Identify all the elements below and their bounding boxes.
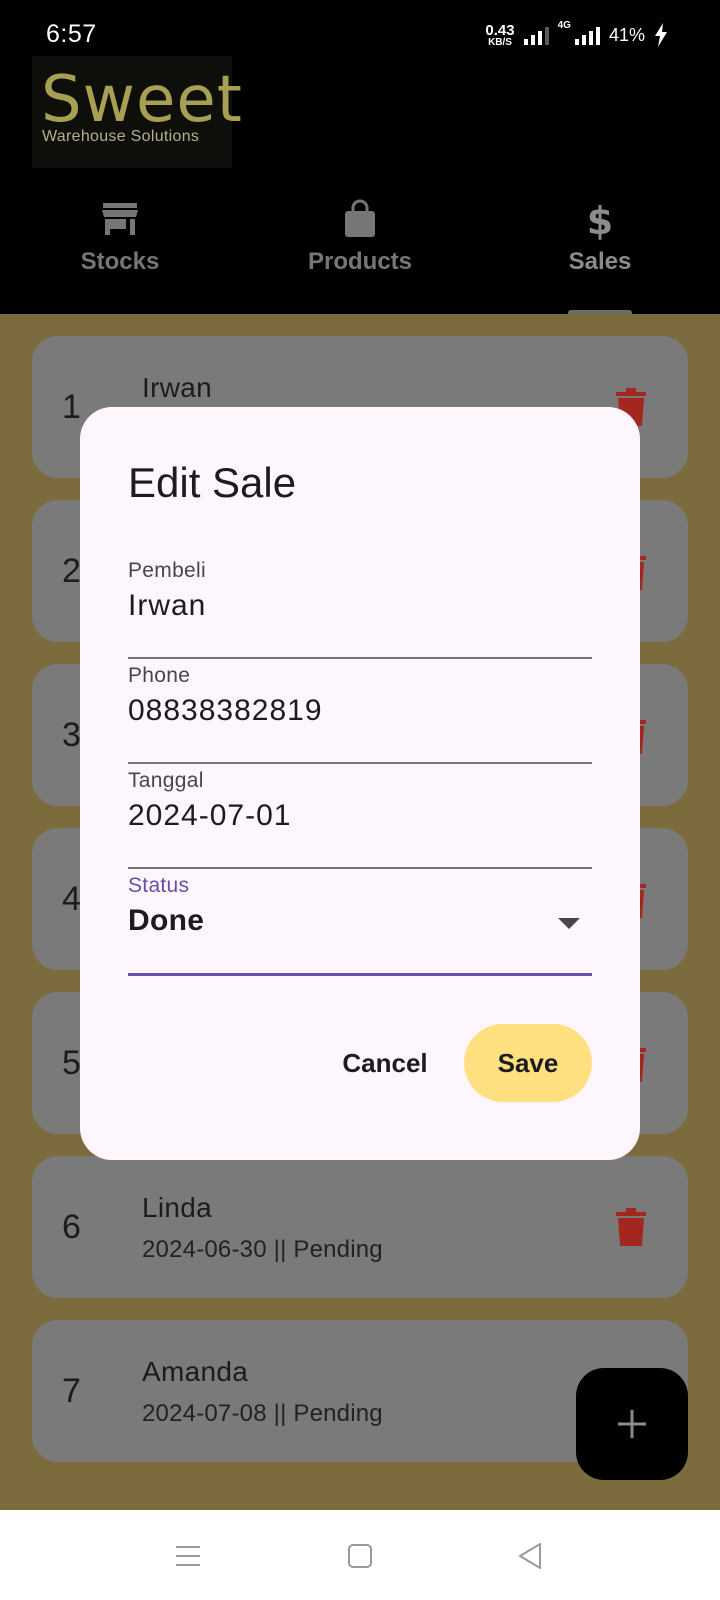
dialog-title: Edit Sale [128, 459, 297, 506]
logo-title: Sweet [41, 63, 243, 137]
tab-stocks[interactable]: Stocks [0, 190, 240, 314]
tanggal-field: Tanggal [128, 769, 592, 869]
cancel-button[interactable]: Cancel [330, 1024, 440, 1102]
tanggal-label: Tanggal [128, 769, 204, 792]
phone-label: Phone [128, 664, 191, 687]
network-speed: 0.43 KB/S [485, 23, 514, 48]
tab-products[interactable]: Products [240, 190, 480, 314]
tab-sales[interactable]: $ Sales [480, 190, 720, 314]
tab-bar: Stocks Products $ Sales [0, 190, 720, 316]
save-button[interactable]: Save [464, 1024, 592, 1102]
charging-icon [655, 23, 667, 47]
pembeli-input[interactable] [128, 589, 592, 623]
pembeli-underline [128, 657, 592, 659]
signal-icon-secondary [574, 25, 600, 45]
status-time: 6:57 [46, 20, 97, 48]
shopping-bag-icon [345, 199, 375, 237]
pembeli-label: Pembeli [128, 559, 206, 582]
tanggal-underline [128, 867, 592, 869]
status-indicators: 0.43 KB/S 4G 41% [485, 20, 668, 50]
logo-subtitle: Warehouse Solutions [42, 128, 200, 145]
status-bar: 6:57 0.43 KB/S 4G 41% [0, 0, 720, 60]
tab-products-label: Products [307, 248, 412, 275]
app-header: Sweet Warehouse Solutions Stocks Product… [0, 56, 720, 316]
battery-percentage: 41% [608, 24, 645, 45]
back-icon[interactable] [510, 1536, 550, 1576]
brand-logo: Sweet Warehouse Solutions [32, 56, 242, 168]
dropdown-arrow-icon [558, 918, 580, 929]
status-label: Status [128, 874, 190, 897]
pembeli-field: Pembeli [128, 559, 592, 659]
edit-sale-dialog: Edit Sale Pembeli Phone Tanggal Status D… [80, 407, 640, 1160]
network-type: 4G [557, 20, 571, 31]
signal-icon [523, 25, 549, 45]
app-screen: 6:57 0.43 KB/S 4G 41% Sweet Warehouse So… [0, 0, 720, 1600]
tab-sales-label: Sales [568, 248, 632, 275]
phone-input[interactable] [128, 694, 592, 728]
phone-underline [128, 762, 592, 764]
network-speed-value: 0.43 [485, 21, 515, 39]
svg-text:$: $ [587, 199, 613, 242]
home-icon[interactable] [340, 1536, 380, 1576]
status-value: Done [128, 904, 205, 937]
store-icon [102, 203, 138, 235]
dollar-icon: $ [587, 199, 613, 242]
system-nav-bar [0, 1510, 720, 1600]
status-dropdown[interactable]: Status Done [128, 874, 592, 976]
network-speed-unit: KB/S [488, 36, 512, 48]
tanggal-input[interactable] [128, 799, 592, 833]
status-underline [128, 973, 592, 976]
menu-icon[interactable] [168, 1536, 208, 1576]
phone-field: Phone [128, 664, 592, 764]
tab-stocks-label: Stocks [80, 248, 160, 275]
